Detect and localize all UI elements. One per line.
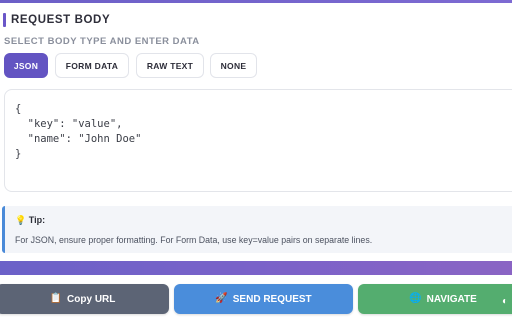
send-request-label: SEND REQUEST [232, 293, 312, 305]
clipboard-icon: 📋 [49, 293, 63, 304]
section-title: REQUEST BODY [11, 14, 111, 26]
request-body-text[interactable]: { "key": "value", "name": "John Doe" } [15, 102, 141, 162]
footer-accent-band [0, 261, 512, 275]
tip-text: For JSON, ensure proper formatting. For … [15, 235, 373, 245]
tip-label: Tip: [28, 215, 46, 225]
body-type-json-button[interactable]: JSON [4, 53, 48, 78]
title-accent-bar [3, 13, 6, 27]
navigate-button[interactable]: 🌐 NAVIGATE [358, 284, 512, 314]
copy-url-button[interactable]: 📋 Copy URL [0, 284, 169, 314]
navigate-label: NAVIGATE [426, 293, 477, 305]
section-subtitle: SELECT BODY TYPE AND ENTER DATA [4, 36, 200, 47]
globe-icon: 🌐 [409, 293, 422, 304]
body-type-none-button[interactable]: NONE [210, 53, 257, 78]
body-type-raw-text-button[interactable]: RAW TEXT [136, 53, 204, 78]
request-body-editor[interactable]: { "key": "value", "name": "John Doe" } [4, 89, 512, 192]
request-body-panel: REQUEST BODY SELECT BODY TYPE AND ENTER … [0, 3, 512, 261]
tip-header: 💡 Tip: [15, 214, 45, 226]
tip-box: 💡 Tip: For JSON, ensure proper formattin… [2, 206, 512, 253]
copy-url-label: Copy URL [67, 293, 116, 305]
send-request-button[interactable]: 🚀 SEND REQUEST [174, 284, 353, 314]
rocket-icon: 🚀 [215, 293, 228, 304]
lightbulb-icon: 💡 [15, 215, 27, 225]
body-type-form-data-button[interactable]: FORM DATA [55, 53, 129, 78]
partial-edge-icon: ◐ [502, 296, 509, 307]
